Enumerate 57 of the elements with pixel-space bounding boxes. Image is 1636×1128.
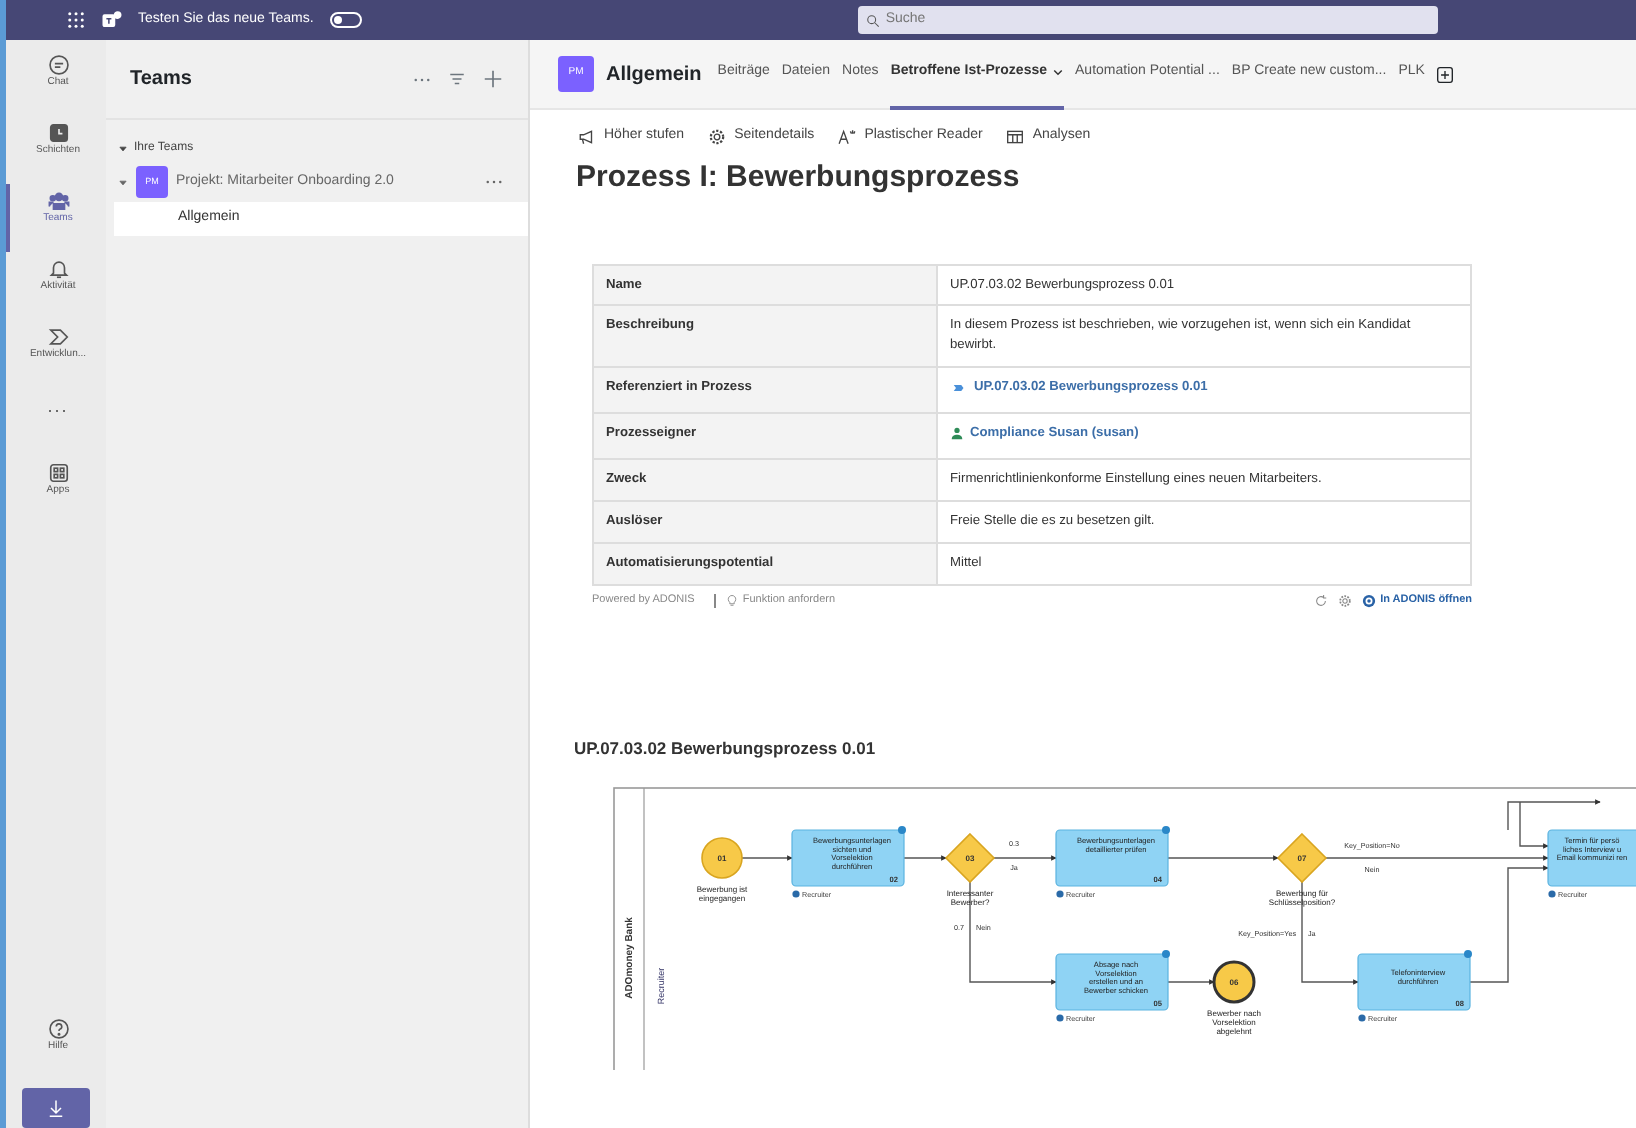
people-icon — [47, 190, 69, 212]
lightbulb-icon — [726, 594, 739, 607]
task-box — [1357, 953, 1471, 1011]
app-bar-item[interactable]: ... — [6, 388, 106, 456]
role-icon — [1056, 1014, 1064, 1022]
start-event — [701, 837, 743, 879]
role-icon — [1056, 890, 1064, 898]
table-icon — [1006, 127, 1025, 146]
connector-arrow — [993, 855, 1057, 861]
task-box — [1055, 829, 1169, 887]
chat-icon — [47, 54, 69, 76]
new-teams-toggle[interactable] — [329, 12, 362, 28]
reader-icon — [838, 127, 857, 146]
gateway — [944, 832, 996, 884]
end-event — [1212, 960, 1256, 1004]
teams-logo-icon — [102, 10, 122, 30]
logo-icon — [1362, 593, 1377, 608]
connector-arrow — [1165, 979, 1215, 985]
role-icon — [1358, 1014, 1366, 1022]
megaphone-icon — [578, 127, 596, 146]
app-launcher-icon[interactable] — [66, 10, 86, 30]
filter-icon[interactable] — [448, 70, 466, 88]
settings-icon — [708, 127, 727, 146]
settings-icon[interactable] — [1338, 593, 1353, 608]
search-icon — [865, 13, 880, 27]
separator — [714, 593, 717, 608]
person-icon — [950, 426, 964, 441]
info-icon — [898, 826, 906, 834]
diagram-title: UP.07.03.02 Bewerbungsprozess 0.01 — [574, 736, 878, 762]
help-icon — [47, 1018, 69, 1040]
connector-arrow — [1165, 855, 1279, 861]
refresh-icon[interactable] — [1314, 593, 1329, 608]
page-title: Prozess I: Bewerbungsprozess — [576, 159, 1022, 195]
task-box — [1055, 953, 1169, 1011]
channel-name: Allgemein — [606, 61, 702, 89]
task-box — [791, 829, 905, 887]
info-icon — [1464, 950, 1472, 958]
shape-icon — [47, 326, 69, 348]
gateway — [1276, 832, 1328, 884]
collapse-icon — [118, 144, 128, 154]
apps-icon — [47, 462, 69, 484]
download-button[interactable] — [22, 1088, 90, 1128]
connector-arrow — [1467, 865, 1549, 983]
info-icon — [1162, 826, 1170, 834]
panel-title: Teams — [130, 66, 194, 94]
role-icon — [792, 890, 800, 898]
connector-arrow — [903, 855, 947, 861]
add-icon[interactable] — [482, 68, 504, 90]
process-icon — [950, 382, 968, 395]
download-icon — [46, 1098, 66, 1118]
role-icon — [1548, 890, 1556, 898]
bell-icon — [47, 258, 69, 280]
calendar-clock-icon — [47, 122, 69, 144]
connector-arrow — [741, 855, 793, 861]
info-icon — [1162, 950, 1170, 958]
add-tab-icon[interactable] — [1436, 65, 1455, 83]
task-box — [1547, 829, 1636, 887]
